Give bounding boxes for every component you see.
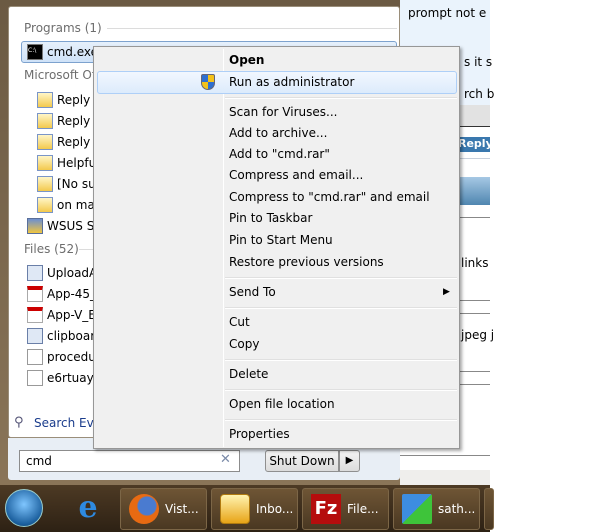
page-text: jpeg j [461,328,495,342]
program-label: cmd.exe [47,45,99,59]
list-item[interactable]: clipboard [27,326,103,346]
list-item[interactable]: WSUS SB [27,216,103,236]
pdf-icon [27,286,43,302]
page-text: rch b [464,87,495,101]
menu-item-pin-taskbar[interactable]: Pin to Taskbar [229,208,312,229]
files-header: Files (52) [24,242,79,256]
taskbar-button-outlook[interactable]: Inbo... [211,488,298,530]
start-orb-icon[interactable] [5,489,43,527]
mail-icon [37,155,53,171]
taskbar-button-remote-desktop[interactable]: sath... [393,488,480,530]
config-file-icon [27,265,43,281]
taskbar-button-filezilla[interactable]: Fz File... [302,488,389,530]
taskbar-label: sath... [438,502,476,516]
menu-item-compress-rar-email[interactable]: Compress to "cmd.rar" and email [229,187,430,208]
taskbar-button-firefox[interactable]: Vist... [120,488,207,530]
taskbar-label: File... [347,502,379,516]
menu-item-add-archive[interactable]: Add to archive... [229,123,327,144]
page-text: links [461,256,489,270]
page-text: s it s [464,55,493,69]
context-menu: Open Run as administrator Scan for Virus… [93,46,460,449]
file-icon [27,370,43,386]
submenu-arrow-icon: ▶ [443,287,450,297]
firefox-icon [129,494,159,524]
programs-header: Programs (1) [24,21,102,35]
pdf-icon [27,307,43,323]
uac-shield-icon [201,74,215,90]
menu-item-run-as-administrator[interactable]: Run as administrator [229,72,354,93]
remote-desktop-icon [402,494,432,524]
list-item[interactable]: App-V_E [27,305,96,325]
shutdown-button[interactable]: Shut Down [265,450,339,472]
mail-icon [37,92,53,108]
menu-item-cut[interactable]: Cut [229,312,250,333]
page-text: prompt not e [408,6,487,20]
item-label: UploadA [47,266,98,280]
menu-item-restore-versions[interactable]: Restore previous versions [229,252,384,273]
search-input[interactable]: cmd [19,450,240,472]
menu-item-delete[interactable]: Delete [229,364,268,385]
menu-item-scan[interactable]: Scan for Viruses... [229,102,337,123]
mail-icon [37,134,53,150]
taskbar-label: Vist... [165,502,199,516]
internet-explorer-icon[interactable]: e [72,493,104,523]
taskbar-label: Inbo... [256,502,294,516]
list-item[interactable]: UploadA [27,263,97,283]
menu-item-compress-email[interactable]: Compress and email... [229,165,363,186]
menu-item-properties[interactable]: Properties [229,424,290,445]
list-item[interactable]: procedur [27,347,101,367]
outlook-icon [220,494,250,524]
mail-icon [37,176,53,192]
menu-item-add-rar[interactable]: Add to "cmd.rar" [229,144,330,165]
word-doc-icon [27,218,43,234]
console-icon: C:\ [27,44,43,60]
item-label: App-V_E [47,308,96,322]
file-icon [27,349,43,365]
menu-item-open-file-location[interactable]: Open file location [229,394,335,415]
menu-item-send-to[interactable]: Send To [229,282,276,303]
mail-icon [37,113,53,129]
reply-button[interactable]: Reply [455,137,490,152]
menu-item-pin-start[interactable]: Pin to Start Menu [229,230,333,251]
clear-search-icon[interactable]: ✕ [220,452,231,467]
menu-item-copy[interactable]: Copy [229,334,259,355]
menu-item-open[interactable]: Open [229,50,264,71]
magnifier-icon: ⚲ [14,415,24,430]
config-file-icon [27,328,43,344]
filezilla-icon: Fz [311,494,341,524]
taskbar: e Vist... Inbo... Fz File... sath... [0,485,494,532]
list-item[interactable]: e6rtuayk [27,368,101,388]
shutdown-options-arrow-icon[interactable]: ▶ [339,450,360,472]
mail-icon [37,197,53,213]
